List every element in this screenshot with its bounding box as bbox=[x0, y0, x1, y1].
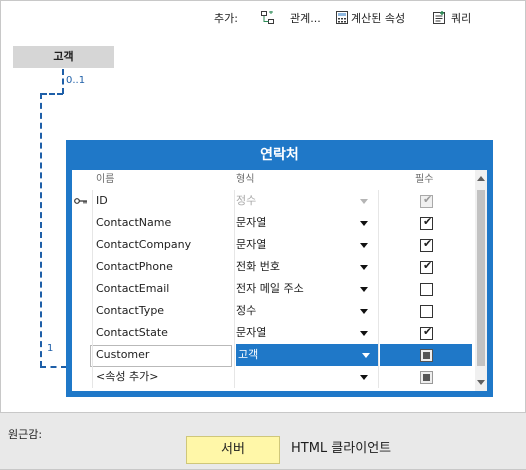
chevron-down-icon bbox=[360, 221, 368, 226]
computed-property-icon bbox=[336, 11, 348, 24]
required-checkbox bbox=[420, 371, 433, 384]
table-row[interactable]: ContactState 문자열 ✔ bbox=[72, 322, 472, 344]
required-checkbox: ✔ bbox=[420, 325, 433, 340]
properties-grid: 이름 형식 필수 ID 정수 ✔ ContactName 문자열 ✔ Conta… bbox=[72, 170, 487, 391]
add-computed-property-button[interactable]: 계산된 속성 bbox=[351, 11, 405, 27]
vertical-scrollbar[interactable] bbox=[475, 170, 487, 391]
property-type-select[interactable]: 전자 메일 주소 bbox=[236, 278, 376, 300]
required-cell: ✔ bbox=[380, 190, 472, 212]
required-cell[interactable]: ✔ bbox=[380, 234, 472, 256]
property-name[interactable]: ContactName bbox=[96, 212, 233, 234]
required-cell[interactable]: ✔ bbox=[380, 322, 472, 344]
chevron-down-icon bbox=[360, 375, 368, 380]
required-cell[interactable]: ✔ bbox=[380, 212, 472, 234]
required-checkbox bbox=[420, 305, 433, 318]
chevron-down-icon bbox=[360, 287, 368, 292]
property-name[interactable]: ContactState bbox=[96, 322, 233, 344]
property-type-select[interactable] bbox=[236, 366, 376, 388]
table-row[interactable]: ContactType 정수 bbox=[72, 300, 472, 322]
column-divider bbox=[92, 190, 93, 388]
property-type-select[interactable]: 문자열 bbox=[236, 234, 376, 256]
relationship-line[interactable] bbox=[40, 93, 42, 367]
property-type-select[interactable]: 정수 bbox=[236, 300, 376, 322]
required-checkbox: ✔ bbox=[420, 215, 433, 230]
server-perspective-button[interactable]: 서버 bbox=[186, 436, 280, 464]
column-header-name: 이름 bbox=[96, 174, 115, 185]
add-property-link[interactable]: <속성 추가> bbox=[96, 366, 233, 388]
scroll-down-icon[interactable] bbox=[477, 380, 485, 385]
key-icon bbox=[74, 198, 87, 204]
table-row[interactable]: ContactPhone 전화 번호 ✔ bbox=[72, 256, 472, 278]
required-checkbox bbox=[420, 283, 433, 296]
multiplicity-zero-or-one: 0..1 bbox=[66, 75, 86, 86]
required-cell[interactable] bbox=[380, 300, 472, 322]
chevron-down-icon bbox=[360, 331, 368, 336]
chevron-down-icon bbox=[360, 265, 368, 270]
add-relationship-button[interactable]: 관계... bbox=[290, 11, 321, 27]
relationship-icon bbox=[261, 10, 274, 24]
required-checkbox bbox=[420, 349, 433, 362]
property-type-select[interactable]: 문자열 bbox=[236, 212, 376, 234]
chevron-down-icon bbox=[360, 199, 368, 204]
chevron-down-icon bbox=[360, 309, 368, 314]
required-cell[interactable] bbox=[380, 366, 472, 388]
key-cell bbox=[72, 190, 92, 212]
relationship-line[interactable] bbox=[41, 93, 63, 95]
column-divider bbox=[378, 190, 379, 388]
property-type-select[interactable]: 전화 번호 bbox=[236, 256, 376, 278]
entity-contact: 연락처 이름 형식 필수 ID 정수 ✔ ContactName 문자열 ✔ C… bbox=[66, 140, 493, 397]
relationship-line[interactable] bbox=[40, 366, 67, 368]
column-header-type: 형식 bbox=[236, 174, 255, 185]
property-type: 정수 bbox=[236, 190, 376, 212]
property-name[interactable]: ID bbox=[96, 190, 233, 212]
add-label: 추가: bbox=[214, 12, 238, 25]
designer-toolbar: 추가: 관계... 계산된 속성 쿼리 bbox=[0, 0, 526, 36]
property-name[interactable]: ContactPhone bbox=[96, 256, 233, 278]
required-checkbox: ✔ bbox=[420, 193, 433, 208]
chevron-down-icon bbox=[360, 243, 368, 248]
property-name[interactable]: Customer bbox=[96, 344, 233, 366]
table-row[interactable]: ContactName 문자열 ✔ bbox=[72, 212, 472, 234]
parent-entity-customer[interactable]: 고객 bbox=[13, 46, 114, 68]
table-row[interactable]: ID 정수 ✔ bbox=[72, 190, 472, 212]
query-icon bbox=[433, 11, 445, 24]
property-type-select[interactable]: 고객 bbox=[236, 344, 378, 366]
relationship-line[interactable] bbox=[62, 69, 64, 94]
scrollbar-thumb[interactable] bbox=[477, 190, 485, 366]
required-checkbox: ✔ bbox=[420, 259, 433, 274]
required-cell[interactable] bbox=[380, 278, 472, 300]
multiplicity-one: 1 bbox=[47, 343, 54, 354]
table-row[interactable]: ContactCompany 문자열 ✔ bbox=[72, 234, 472, 256]
html-client-perspective-button[interactable]: HTML 클라이언트 bbox=[291, 436, 391, 462]
property-name[interactable]: ContactType bbox=[96, 300, 233, 322]
table-row[interactable]: ContactEmail 전자 메일 주소 bbox=[72, 278, 472, 300]
property-name[interactable]: ContactCompany bbox=[96, 234, 233, 256]
perspective-panel: 원근감: 서버 HTML 클라이언트 bbox=[0, 412, 526, 469]
required-cell[interactable]: ✔ bbox=[380, 256, 472, 278]
add-property-row[interactable]: <속성 추가> bbox=[72, 366, 472, 388]
entity-title: 연락처 bbox=[260, 147, 299, 163]
perspective-label: 원근감: bbox=[8, 428, 43, 441]
add-query-button[interactable]: 쿼리 bbox=[451, 11, 471, 27]
column-divider bbox=[234, 190, 235, 388]
required-checkbox: ✔ bbox=[420, 237, 433, 252]
property-name[interactable]: ContactEmail bbox=[96, 278, 233, 300]
table-row-selected[interactable]: Customer 고객 bbox=[72, 344, 472, 367]
column-header-required: 필수 bbox=[415, 174, 434, 185]
scroll-up-icon[interactable] bbox=[477, 176, 485, 181]
chevron-down-icon bbox=[362, 353, 370, 358]
required-cell[interactable] bbox=[380, 344, 472, 366]
property-type-select[interactable]: 문자열 bbox=[236, 322, 376, 344]
